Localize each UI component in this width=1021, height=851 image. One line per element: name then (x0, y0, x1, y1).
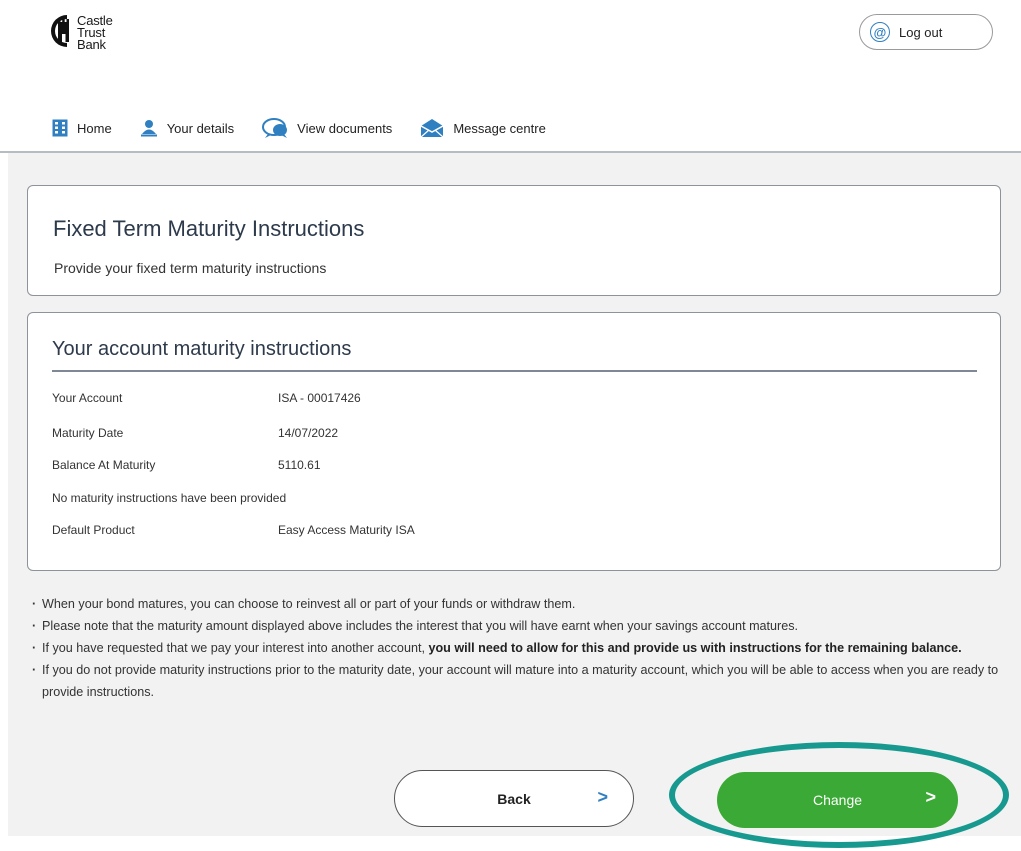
page-subtitle: Provide your fixed term maturity instruc… (54, 260, 327, 276)
nav-label-your-details: Your details (166, 120, 235, 136)
note-text: If you have requested that we pay your i… (42, 641, 429, 655)
chevron-right-icon: > (597, 787, 608, 807)
detail-row-account: Your Account ISA - 00017426 (52, 391, 361, 405)
section-title: Your account maturity instructions (52, 338, 352, 360)
castle-trust-bank-logo[interactable]: Castle Trust Bank (47, 13, 113, 51)
detail-value: ISA - 00017426 (278, 391, 361, 405)
note-emphasis: you will need to allow for this and prov… (428, 641, 962, 655)
nav-item-home[interactable]: Home (52, 119, 112, 137)
castle-tower-icon (47, 13, 75, 49)
chevron-right-icon: > (925, 787, 936, 807)
note-item: When your bond matures, you can choose t… (32, 593, 1007, 615)
note-text: Please note that the maturity amount dis… (42, 619, 799, 633)
nav-label-view-documents: View documents (297, 120, 393, 136)
intro-card: Fixed Term Maturity Instructions Provide… (27, 185, 1001, 296)
detail-value: Easy Access Maturity ISA (278, 523, 415, 537)
change-button[interactable]: Change > (717, 772, 958, 828)
brand-name: Castle Trust Bank (77, 14, 113, 52)
back-button[interactable]: Back > (394, 770, 634, 827)
nav-item-your-details[interactable]: Your details (140, 119, 234, 137)
home-grid-icon (52, 119, 68, 137)
detail-label: Maturity Date (52, 426, 124, 440)
detail-row-no-instructions: No maturity instructions have been provi… (52, 491, 286, 505)
detail-value: 14/07/2022 (278, 426, 339, 440)
detail-row-balance: Balance At Maturity 5110.61 (52, 458, 321, 472)
main-nav: Home Your details View documents Message… (52, 118, 574, 138)
page-title: Fixed Term Maturity Instructions (53, 216, 365, 241)
note-item: Please note that the maturity amount dis… (32, 615, 1007, 637)
account-maturity-card: Your account maturity instructions Your … (27, 312, 1001, 571)
person-icon (140, 119, 158, 137)
detail-value: 5110.61 (278, 458, 321, 472)
logout-label: Log out (899, 24, 943, 40)
nav-label-home: Home (77, 120, 112, 136)
detail-row-default-product: Default Product Easy Access Maturity ISA (52, 523, 415, 537)
back-label: Back (497, 790, 531, 807)
info-notes: When your bond matures, you can choose t… (32, 593, 1007, 703)
detail-row-maturity-date: Maturity Date 14/07/2022 (52, 426, 338, 440)
note-item: If you do not provide maturity instructi… (32, 659, 1007, 703)
brand-line-3: Bank (77, 37, 106, 52)
section-divider (52, 370, 977, 372)
documents-icon (262, 118, 288, 138)
detail-label: Your Account (52, 391, 123, 405)
at-sign-icon: @ (870, 22, 890, 42)
logout-button[interactable]: @ Log out (859, 14, 993, 50)
nav-item-view-documents[interactable]: View documents (262, 118, 392, 138)
note-item: If you have requested that we pay your i… (32, 637, 1007, 659)
detail-label: No maturity instructions have been provi… (52, 491, 287, 505)
change-label: Change (812, 792, 863, 808)
detail-label: Default Product (52, 523, 135, 537)
envelope-icon (420, 118, 444, 138)
nav-label-message-centre: Message centre (453, 120, 546, 136)
detail-label: Balance At Maturity (52, 458, 156, 472)
nav-item-message-centre[interactable]: Message centre (420, 118, 546, 138)
